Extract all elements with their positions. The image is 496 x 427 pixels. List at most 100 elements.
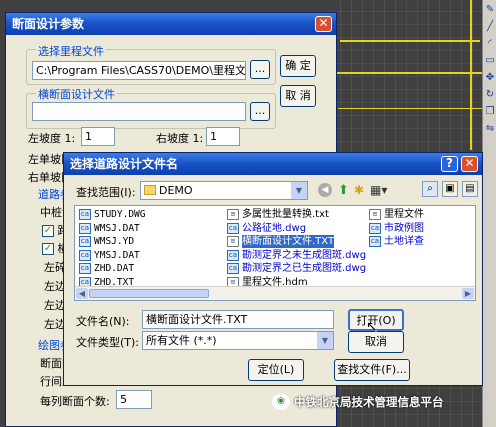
file-name: 勘测定界之未生成图斑.dwg [242,249,367,261]
txt-file-icon: ≡ [227,236,239,247]
file-column-1: ca STUDY.DWG ca WMSJ.DAT ca WMSJ.YD ca YMSJ.DAT… [79,208,145,289]
file-name: YMSJ.DAT [94,249,140,261]
mirror-icon[interactable]: ⇋ [484,122,496,136]
file-item[interactable]: ca STUDY.DWG [79,208,145,221]
txt-file-icon: ≡ [227,209,239,220]
back-icon[interactable]: ◀ [318,183,332,197]
up-folder-icon[interactable]: ⬆ [338,183,349,198]
close-button[interactable]: ✕ [315,16,332,32]
dat-file-icon: ca [79,249,91,261]
ok-button[interactable]: 确 定 [280,55,316,77]
lookin-label: 查找范围(I): [76,186,136,199]
file-name: STUDY.DWG [94,209,146,220]
view-menu-icon[interactable]: ▦▾ [370,183,387,197]
scroll-right-icon[interactable]: ▶ [462,288,474,299]
lookin-select[interactable]: DEMO ▼ [140,181,308,200]
file-name: 里程文件 [384,209,424,220]
chevron-down-icon[interactable]: ▼ [317,332,333,349]
cad-road-line [340,40,480,42]
dwg-file-icon: ca [369,236,381,247]
close-button[interactable]: ✕ [461,156,478,172]
file-column-2: ≡ 多属性批量转换.txt ca 公路征地.dwg ≡ 横断面设计文件.TXT ca 勘测定界… [227,208,366,289]
file-open-dialog: 选择道路设计文件名 ? ✕ 查找范围(I): DEMO ▼ ◀ ⬆ ✱ ▦▾ ⌕… [63,152,483,386]
move-icon[interactable]: ✥ [484,71,496,85]
txt-file-icon: ≡ [369,209,381,220]
file-item[interactable]: ca 土地详查 [369,235,424,248]
wechat-icon: ❀ [272,394,290,410]
cad-toolbar: ✎ ╱ ◜ ▭ ✥ ↻ ❐ ⇋ [482,0,496,427]
file-item[interactable]: ca 市政例图 [369,222,424,235]
file-dialog-title: 选择道路设计文件名 [70,157,179,171]
file-name: 多属性批量转换.txt [242,209,329,220]
rect-icon[interactable]: ▭ [484,54,496,68]
file-item[interactable]: ca WMSJ.YD [79,235,145,248]
file-name: 市政例图 [384,222,424,234]
file-name: 勘测定界之已生成图斑.dwg [242,263,367,274]
filetype-select[interactable]: 所有文件 (*.*) ▼ [142,331,334,350]
new-folder-icon[interactable]: ✱ [354,183,364,197]
right-slope-label: 右坡度 1: [156,132,204,145]
cad-road-line [336,72,482,74]
file-item[interactable]: ca ZHD.DAT [79,262,145,275]
locate-button[interactable]: 定位(L) [248,359,304,381]
mileage-browse-button[interactable]: ... [250,60,270,79]
cross-checkbox[interactable]: ✓ [42,243,54,255]
filename-input[interactable]: 横断面设计文件.TXT [142,310,334,329]
line-icon[interactable]: ╱ [484,20,496,34]
file-item[interactable]: ca YMSJ.DAT [79,249,145,262]
file-item[interactable]: ca 勘测定界之未生成图斑.dwg [227,249,366,262]
rotate-icon[interactable]: ↻ [484,88,496,102]
copy-icon[interactable]: ❐ [484,105,496,119]
file-item[interactable]: ≡ 多属性批量转换.txt [227,208,366,221]
horizontal-scrollbar[interactable]: ◀ ▶ [75,286,475,300]
scroll-left-icon[interactable]: ◀ [76,288,88,299]
chevron-down-icon[interactable]: ▼ [291,182,307,199]
arc-icon[interactable]: ◜ [484,37,496,51]
help-button[interactable]: ? [441,156,458,172]
cross-path-field[interactable] [32,102,246,121]
cross-group-title: 横断面设计文件 [36,86,117,102]
find-file-button[interactable]: 查找文件(F)... [334,359,410,381]
file-name: WMSJ.DAT [94,222,140,234]
preview-icon[interactable]: ▣ [442,181,458,197]
mileage-path-field[interactable]: C:\Program Files\CASS70\DEMO\里程文件. [32,61,246,80]
search-icon[interactable]: ⌕ [422,181,438,197]
file-name: WMSJ.YD [94,236,135,247]
right-slope-field[interactable]: 1 [206,127,240,146]
file-name: 土地详查 [384,236,424,247]
cancel-button[interactable]: 取 消 [280,85,316,107]
file-name: 公路征地.dwg [242,222,307,234]
file-list[interactable]: ca STUDY.DWG ca WMSJ.DAT ca WMSJ.YD ca YMSJ.DAT… [74,205,476,301]
folder-icon [144,185,156,195]
dialog-title: 断面设计参数 [12,17,85,31]
left-slope-label: 左坡度 1: [28,132,76,145]
watermark-text: 中铁北京局技术管理信息平台 [294,395,444,409]
image-view-icon[interactable]: ▤ [462,181,478,197]
file-name: ZHD.DAT [94,263,135,274]
dat-file-icon: ca [79,263,91,274]
mileage-group-title: 选择里程文件 [36,43,106,59]
dat-file-icon: ca [79,236,91,247]
road-checkbox[interactable]: ✓ [42,225,54,237]
dwg-file-icon: ca [369,222,381,234]
file-dialog-titlebar[interactable]: 选择道路设计文件名 ? ✕ [64,153,482,175]
cross-browse-button[interactable]: ... [250,102,270,121]
dwg-file-icon: ca [227,222,239,234]
cad-road-line [338,108,482,109]
dwg-file-icon: ca [227,249,239,261]
section-design-titlebar[interactable]: 断面设计参数 ✕ [6,13,336,35]
scroll-thumb[interactable] [89,289,209,298]
file-column-3: ≡ 里程文件 ca 市政例图 ca 土地详查 [369,208,424,249]
file-item[interactable]: ≡ 里程文件 [369,208,424,221]
draw-icon[interactable]: ✎ [484,3,496,17]
file-item[interactable]: ca WMSJ.DAT [79,222,145,235]
left-slope-field[interactable]: 1 [81,127,115,146]
per-row-field[interactable]: 5 [116,390,152,409]
file-item[interactable]: ca 勘测定界之已生成图斑.dwg [227,262,366,275]
file-item[interactable]: ≡ 横断面设计文件.TXT [227,235,366,248]
dat-file-icon: ca [79,222,91,234]
cad-road-line [470,0,472,150]
dwg-file-icon: ca [227,263,239,274]
file-item[interactable]: ca 公路征地.dwg [227,222,366,235]
filetype-label: 文件类型(T): [76,336,140,349]
